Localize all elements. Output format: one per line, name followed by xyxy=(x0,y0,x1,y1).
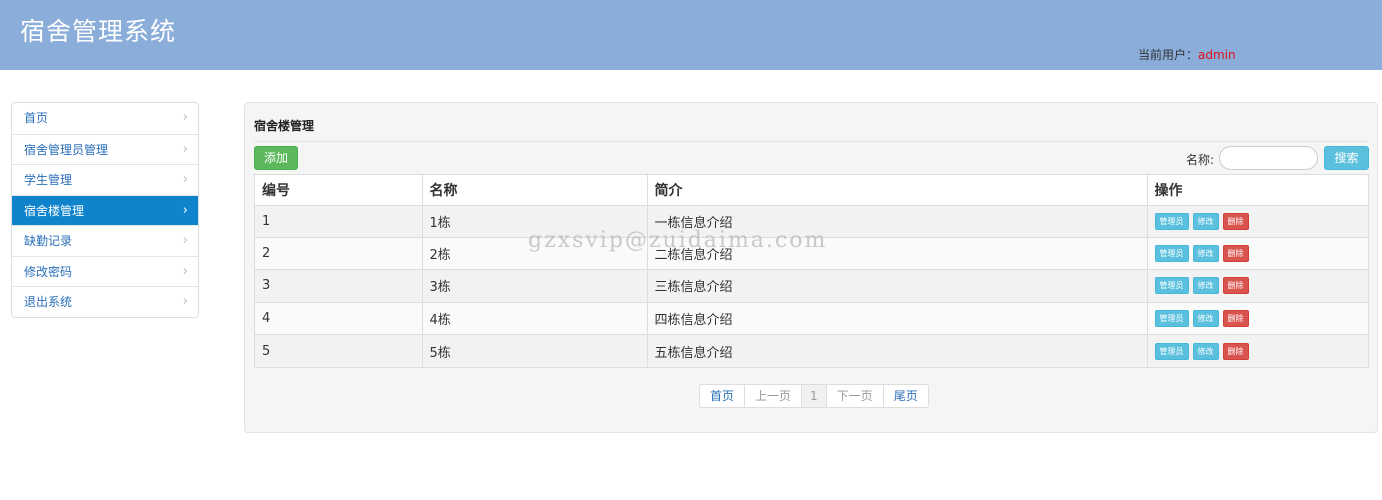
current-page: 1 xyxy=(801,385,826,407)
sidebar-item-absence[interactable]: 缺勤记录 › xyxy=(12,225,198,256)
sidebar-item-label: 学生管理 xyxy=(24,173,73,187)
header-bar: 宿舍管理系统 当前用户：admin xyxy=(0,0,1382,70)
delete-button[interactable]: 删除 xyxy=(1222,277,1249,295)
cell-id: 4 xyxy=(255,301,422,335)
add-button[interactable]: 添加 xyxy=(254,146,298,170)
table-header-row: 编号 名称 简介 操作 xyxy=(255,175,1368,206)
cell-name: 3栋 xyxy=(421,269,647,303)
chevron-right-icon: › xyxy=(182,202,188,218)
manager-button[interactable]: 管理员 xyxy=(1154,277,1189,295)
cell-actions: 管理员 修改 删除 xyxy=(1146,205,1368,238)
sidebar-item-label: 首页 xyxy=(24,111,49,125)
current-user-label: 当前用户： xyxy=(1138,48,1199,62)
cell-actions: 管理员 修改 删除 xyxy=(1146,334,1368,367)
last-page-link[interactable]: 尾页 xyxy=(882,385,928,407)
delete-button[interactable]: 删除 xyxy=(1222,212,1249,230)
cell-desc: 三栋信息介绍 xyxy=(646,269,1147,303)
cell-id: 1 xyxy=(255,205,422,238)
column-header-desc: 简介 xyxy=(646,175,1147,206)
sidebar-item-buildings[interactable]: 宿舍楼管理 › xyxy=(12,194,198,225)
sidebar-item-label: 宿舍管理员管理 xyxy=(24,142,109,157)
edit-button[interactable]: 修改 xyxy=(1192,277,1219,295)
cell-id: 2 xyxy=(255,236,422,270)
cell-name: 5栋 xyxy=(421,334,647,367)
sidebar-item-students[interactable]: 学生管理 › xyxy=(12,164,198,195)
sidebar-item-label: 宿舍楼管理 xyxy=(24,203,85,218)
panel-divider xyxy=(254,141,1368,142)
cell-actions: 管理员 修改 删除 xyxy=(1146,236,1368,270)
cell-actions: 管理员 修改 删除 xyxy=(1146,269,1368,303)
edit-button[interactable]: 修改 xyxy=(1192,342,1219,360)
column-header-actions: 操作 xyxy=(1146,175,1368,206)
manager-button[interactable]: 管理员 xyxy=(1154,309,1189,327)
cell-desc: 五栋信息介绍 xyxy=(646,334,1147,367)
table-row: 3 3栋 三栋信息介绍 管理员 修改 删除 xyxy=(255,269,1368,303)
sidebar-item-logout[interactable]: 退出系统 › xyxy=(12,286,198,317)
current-user-info: 当前用户：admin xyxy=(1138,46,1236,63)
cell-actions: 管理员 修改 删除 xyxy=(1146,301,1368,335)
table-row: 5 5栋 五栋信息介绍 管理员 修改 删除 xyxy=(255,334,1368,367)
cell-name: 4栋 xyxy=(421,301,647,335)
cell-id: 3 xyxy=(255,269,422,303)
cell-id: 5 xyxy=(255,334,422,367)
pagination: 首页 上一页 1 下一页 尾页 xyxy=(699,384,929,408)
edit-button[interactable]: 修改 xyxy=(1192,212,1219,230)
sidebar-nav: 首页 › 宿舍管理员管理 › 学生管理 › 宿舍楼管理 › 缺勤记录 › 修改密… xyxy=(11,102,199,318)
sidebar-item-dorm-manager[interactable]: 宿舍管理员管理 › xyxy=(12,133,198,165)
current-user-name: admin xyxy=(1198,48,1236,62)
table-row: 4 4栋 四栋信息介绍 管理员 修改 删除 xyxy=(255,301,1368,335)
manager-button[interactable]: 管理员 xyxy=(1154,212,1189,230)
cell-desc: 四栋信息介绍 xyxy=(646,301,1147,335)
cell-name: 1栋 xyxy=(421,205,647,238)
sidebar-item-home[interactable]: 首页 › xyxy=(12,103,198,134)
next-page-link[interactable]: 下一页 xyxy=(825,385,883,407)
chevron-right-icon: › xyxy=(182,233,188,248)
table-row: 2 2栋 二栋信息介绍 管理员 修改 删除 xyxy=(255,236,1368,270)
chevron-right-icon: › xyxy=(182,172,188,187)
panel-title: 宿舍楼管理 xyxy=(254,119,315,133)
app-title: 宿舍管理系统 xyxy=(20,17,177,46)
building-panel: 宿舍楼管理 添加 名称: 搜索 编号 名称 简介 操作 1 1栋 一栋信息介绍 … xyxy=(244,102,1378,433)
delete-button[interactable]: 删除 xyxy=(1222,342,1249,360)
edit-button[interactable]: 修改 xyxy=(1192,309,1219,327)
edit-button[interactable]: 修改 xyxy=(1192,245,1219,263)
cell-desc: 二栋信息介绍 xyxy=(646,236,1147,270)
manager-button[interactable]: 管理员 xyxy=(1154,342,1189,360)
sidebar-item-label: 退出系统 xyxy=(24,295,73,309)
delete-button[interactable]: 删除 xyxy=(1222,309,1249,327)
delete-button[interactable]: 删除 xyxy=(1222,245,1249,263)
first-page-link[interactable]: 首页 xyxy=(700,385,744,407)
sidebar-item-password[interactable]: 修改密码 › xyxy=(12,255,198,287)
chevron-right-icon: › xyxy=(182,110,188,125)
cell-name: 2栋 xyxy=(421,236,647,270)
table-row: 1 1栋 一栋信息介绍 管理员 修改 删除 xyxy=(255,205,1368,238)
building-table: 编号 名称 简介 操作 1 1栋 一栋信息介绍 管理员 修改 删除 2 2栋 二… xyxy=(254,174,1369,368)
prev-page-link[interactable]: 上一页 xyxy=(744,385,801,407)
sidebar-item-label: 修改密码 xyxy=(24,264,73,279)
sidebar-item-label: 缺勤记录 xyxy=(24,234,73,248)
search-button[interactable]: 搜索 xyxy=(1324,146,1369,170)
manager-button[interactable]: 管理员 xyxy=(1154,245,1189,263)
column-header-id: 编号 xyxy=(255,175,422,206)
search-input[interactable] xyxy=(1219,146,1318,170)
chevron-right-icon: › xyxy=(182,263,188,279)
chevron-right-icon: › xyxy=(182,294,188,309)
chevron-right-icon: › xyxy=(182,141,188,157)
search-label: 名称: xyxy=(1186,153,1215,167)
cell-desc: 一栋信息介绍 xyxy=(646,205,1147,238)
column-header-name: 名称 xyxy=(421,175,647,206)
